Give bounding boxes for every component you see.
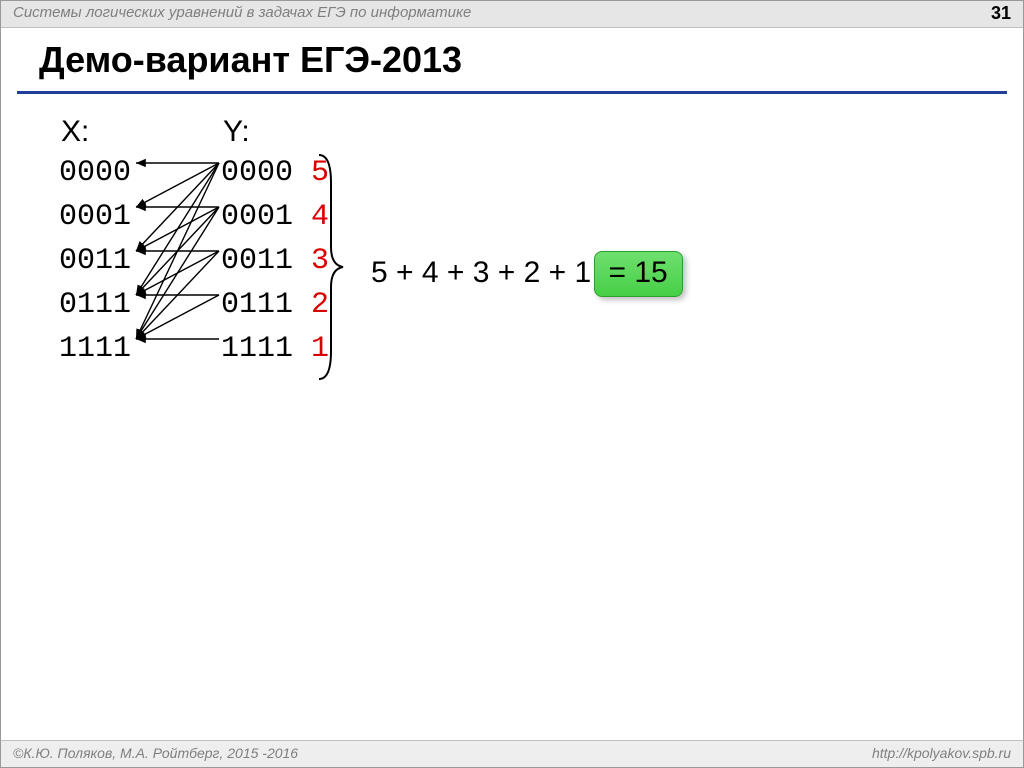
brace-icon: [317, 153, 347, 381]
footer: ©К.Ю. Поляков, М.А. Ройтберг, 2015 -2016…: [1, 740, 1023, 767]
page-number: 31: [991, 3, 1011, 24]
lecture-title: Системы логических уравнений в задачах Е…: [13, 4, 471, 21]
copyright: ©К.Ю. Поляков, М.А. Ройтберг, 2015 -2016: [13, 745, 298, 761]
slide: Системы логических уравнений в задачах Е…: [0, 0, 1024, 768]
arrow: [136, 295, 219, 339]
sum-line: 5 + 4 + 3 + 2 + 1 = 15: [371, 251, 683, 297]
content-area: X: Y: 0000 0001 0011 0111 1111 0000 5000…: [1, 101, 1023, 737]
site-url: http://kpolyakov.spb.ru: [872, 745, 1011, 761]
result-badge: = 15: [594, 251, 683, 297]
topbar: Системы логических уравнений в задачах Е…: [1, 1, 1023, 28]
slide-heading: Демо-вариант ЕГЭ-2013: [39, 39, 462, 81]
heading-rule: [17, 91, 1007, 94]
arrow: [136, 207, 219, 251]
arrow: [136, 251, 219, 295]
arrow: [136, 163, 219, 207]
sum-expression: 5 + 4 + 3 + 2 + 1: [371, 256, 600, 289]
